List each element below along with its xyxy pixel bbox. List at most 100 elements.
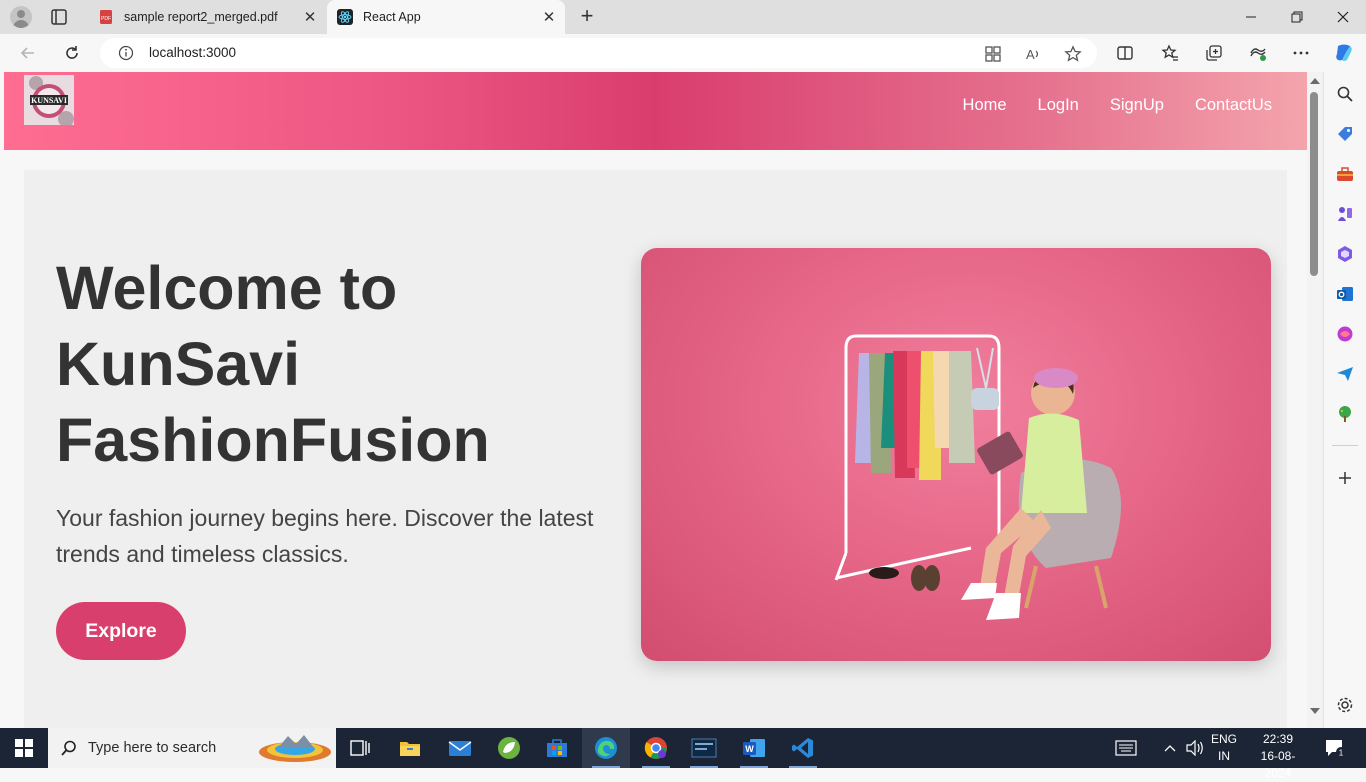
scroll-down-icon[interactable]: [1310, 708, 1320, 714]
taskbar-search[interactable]: Type here to search: [48, 728, 336, 768]
profile-icon[interactable]: [10, 6, 32, 28]
hero-title-line: FashionFusion: [56, 406, 490, 474]
restore-icon: [1291, 11, 1303, 23]
logo-image: KUNSAVI: [24, 75, 74, 125]
vscode-button[interactable]: [779, 728, 827, 768]
spring-leaf-icon: [498, 737, 520, 759]
input-language[interactable]: ENG IN: [1208, 731, 1240, 765]
word-button[interactable]: W: [730, 728, 778, 768]
svg-text:W: W: [745, 744, 754, 754]
windows-taskbar: Type here to search W ENG IN 22:39 16-08…: [0, 728, 1366, 780]
favorites-icon[interactable]: [1161, 44, 1179, 62]
add-icon[interactable]: [1336, 469, 1354, 487]
vscode-icon: [792, 738, 813, 758]
site-logo[interactable]: KUNSAVI: [24, 75, 74, 125]
fashion-illustration: [834, 334, 1121, 620]
minimize-icon: [1246, 16, 1256, 18]
keyboard-tray-icon[interactable]: [1113, 728, 1139, 768]
pdf-icon: PDF: [100, 10, 112, 24]
show-hidden-icons-button[interactable]: [1160, 728, 1180, 768]
store-icon: [547, 739, 567, 757]
mail-button[interactable]: [436, 728, 484, 768]
volume-button[interactable]: [1184, 728, 1206, 768]
taskbar-clock[interactable]: 22:39 16-08-2024: [1248, 731, 1308, 782]
scroll-up-icon[interactable]: [1310, 78, 1320, 84]
search-icon: [61, 740, 76, 756]
sidebar-divider: [1332, 445, 1358, 446]
refresh-button[interactable]: [61, 42, 83, 64]
microsoft365-icon[interactable]: [1336, 245, 1354, 263]
react-icon: [337, 9, 353, 25]
task-view-button[interactable]: [336, 728, 384, 768]
chrome-icon: [644, 737, 667, 759]
games-icon[interactable]: [1336, 205, 1354, 223]
windows-logo-icon: [15, 739, 33, 757]
chevron-up-icon: [1164, 745, 1176, 752]
close-window-button[interactable]: [1320, 0, 1366, 34]
explore-button[interactable]: Explore: [56, 602, 186, 660]
hero-title-line: KunSavi: [56, 330, 301, 398]
scrollbar-thumb[interactable]: [1310, 92, 1318, 276]
svg-text:KUNSAVI: KUNSAVI: [31, 96, 67, 105]
collections-icon[interactable]: [1205, 44, 1223, 62]
outlook-icon[interactable]: [1336, 285, 1354, 303]
file-explorer-button[interactable]: [386, 728, 434, 768]
start-button[interactable]: [0, 728, 48, 768]
mysql-workbench-icon: [691, 738, 717, 758]
notification-center-button[interactable]: 1: [1318, 728, 1352, 768]
page-scrollbar[interactable]: [1307, 72, 1323, 728]
tab-pdf[interactable]: PDF sample report2_merged.pdf ✕: [88, 0, 326, 34]
copilot-app-icon[interactable]: [1336, 325, 1354, 343]
site-info-icon[interactable]: [118, 45, 134, 61]
new-tab-button[interactable]: +: [576, 5, 598, 28]
tab-actions-icon[interactable]: [50, 8, 68, 26]
clock-time: 22:39: [1262, 732, 1294, 746]
edge-sidebar: [1323, 72, 1366, 728]
tab-strip: PDF sample report2_merged.pdf ✕ React Ap…: [0, 0, 1366, 34]
microsoft-store-button[interactable]: [533, 728, 581, 768]
chrome-button[interactable]: [632, 728, 680, 768]
address-bar[interactable]: localhost:3000 A: [100, 38, 1097, 68]
browser-essentials-icon[interactable]: [1249, 44, 1267, 62]
settings-gear-icon[interactable]: [1336, 696, 1354, 714]
search-placeholder: Type here to search: [88, 740, 217, 756]
word-icon: W: [743, 739, 765, 757]
nav-home-link[interactable]: Home: [963, 96, 1007, 115]
read-aloud-icon[interactable]: A: [1024, 45, 1042, 63]
edge-button[interactable]: [582, 728, 630, 768]
site-navbar: KUNSAVI Home LogIn SignUp ContactUs: [4, 72, 1307, 150]
shopping-tag-icon[interactable]: [1336, 125, 1354, 143]
copilot-icon[interactable]: [1333, 42, 1355, 64]
tab-title: sample report2_merged.pdf: [124, 10, 278, 24]
tab-react-app[interactable]: React App ✕: [327, 0, 565, 34]
close-tab-icon[interactable]: ✕: [539, 7, 559, 27]
refresh-icon: [66, 46, 78, 59]
search-icon[interactable]: [1336, 85, 1354, 103]
minimize-button[interactable]: [1228, 0, 1274, 34]
split-screen-icon[interactable]: [1116, 44, 1134, 62]
search-highlight-image: [259, 735, 331, 762]
mysql-button[interactable]: [680, 728, 728, 768]
svg-text:A: A: [1026, 47, 1035, 62]
back-arrow-icon: [20, 47, 34, 59]
back-button[interactable]: [17, 42, 39, 64]
hero-fashion-image: [641, 248, 1271, 661]
more-options-icon[interactable]: [1292, 44, 1310, 62]
nav-contact-link[interactable]: ContactUs: [1195, 96, 1272, 115]
send-icon[interactable]: [1336, 365, 1354, 383]
nav-login-link[interactable]: LogIn: [1038, 96, 1079, 115]
close-tab-icon[interactable]: ✕: [300, 7, 320, 27]
restore-button[interactable]: [1274, 0, 1320, 34]
close-icon: [1337, 11, 1349, 23]
svg-text:1: 1: [1339, 749, 1344, 758]
hero-title-line: Welcome to: [56, 254, 398, 322]
site-nav-links: Home LogIn SignUp ContactUs: [932, 96, 1272, 115]
favorite-star-icon[interactable]: [1064, 45, 1082, 63]
clock-date: 16-08-2024: [1260, 749, 1296, 780]
tools-icon[interactable]: [1336, 165, 1354, 183]
notification-icon: 1: [1326, 740, 1346, 758]
app-available-icon[interactable]: [984, 45, 1002, 63]
nav-signup-link[interactable]: SignUp: [1110, 96, 1164, 115]
spring-tool-button[interactable]: [485, 728, 533, 768]
tree-icon[interactable]: [1336, 405, 1354, 423]
